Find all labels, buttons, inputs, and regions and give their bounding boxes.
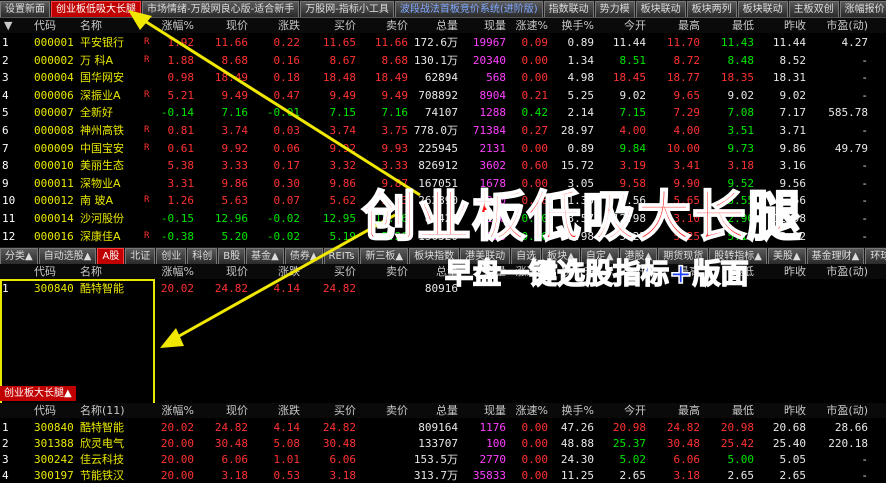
arrow-to-box [160, 213, 396, 348]
overlay-title: 创业板低吸大长腿 [361, 184, 802, 249]
arrow-to-tab [128, 10, 421, 197]
overlay-subtitle: 早盘一键选股指标+版面 [444, 256, 749, 291]
